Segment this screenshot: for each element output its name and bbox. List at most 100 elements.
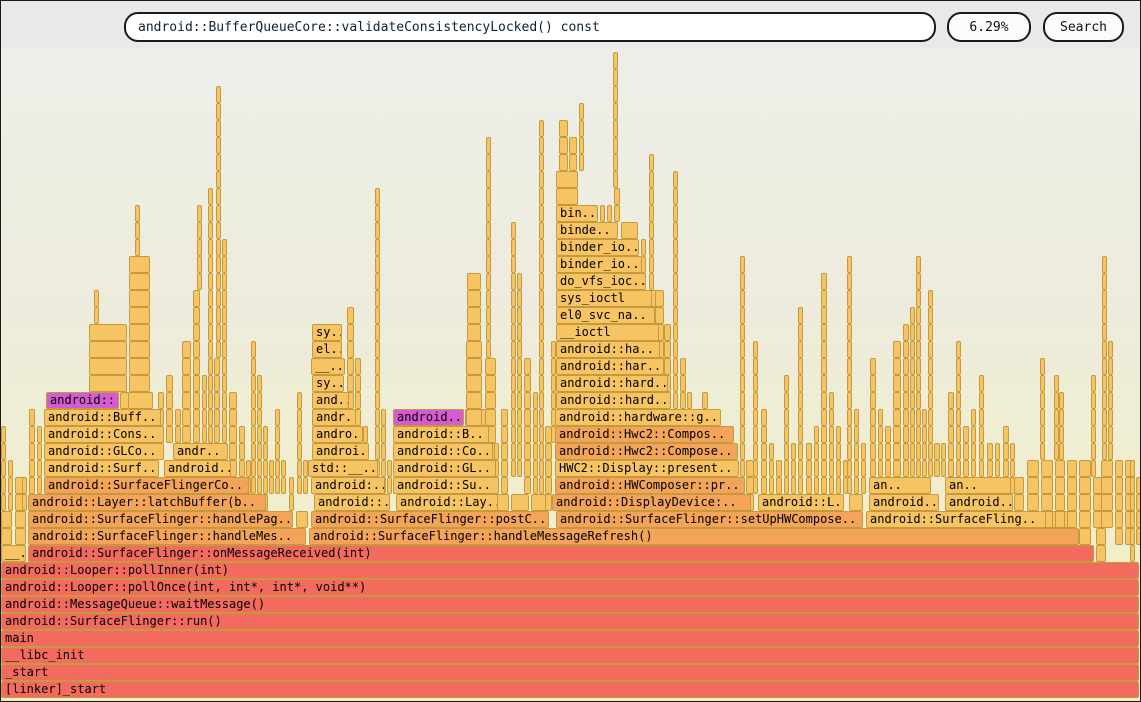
flame-frame-minor[interactable] [1003, 460, 1009, 477]
flame-frame-minor[interactable] [1067, 511, 1077, 528]
flame-frame-minor[interactable] [229, 409, 237, 426]
flame-frame-minor[interactable] [517, 324, 522, 341]
flame-frame-minor[interactable] [1096, 545, 1106, 562]
flame-frame-minor[interactable] [182, 392, 191, 409]
flame-frame-minor[interactable] [511, 409, 516, 426]
flame-frame-minor[interactable] [910, 324, 915, 341]
flame-frame-minor[interactable] [956, 358, 961, 375]
flame-frame-minor[interactable] [533, 392, 538, 409]
flame-frame-minor[interactable] [963, 460, 969, 477]
flame-frame-minor[interactable] [607, 205, 612, 222]
search-button[interactable]: Search [1043, 12, 1124, 42]
flame-frame-minor[interactable] [202, 426, 207, 443]
flame-frame-minor[interactable] [208, 256, 213, 273]
flame-frame-minor[interactable] [1115, 511, 1123, 528]
flame-frame-minor[interactable] [158, 392, 164, 409]
flame-frame-minor[interactable] [893, 460, 901, 477]
flame-frame-minor[interactable] [798, 358, 803, 375]
flame-frame-minor[interactable] [375, 273, 380, 290]
flame-frame-minor[interactable] [375, 256, 380, 273]
flame-frame-minor[interactable] [740, 341, 745, 358]
flame-frame-minor[interactable] [798, 426, 803, 443]
flame-frame-minor[interactable] [222, 239, 227, 256]
flame-frame-minor[interactable] [971, 409, 976, 426]
flame-frame-minor[interactable] [1, 477, 6, 494]
flame-frame-minor[interactable] [182, 409, 191, 426]
flame-frame-minor[interactable] [1102, 375, 1107, 392]
flame-frame-minor[interactable] [740, 307, 745, 324]
flame-frame-minor[interactable] [129, 324, 150, 341]
flame-frame-minor[interactable] [37, 426, 42, 443]
flame-frame-minor[interactable] [649, 239, 654, 256]
flame-frame-minor[interactable] [1102, 409, 1107, 426]
flame-frame-minor[interactable] [1091, 392, 1096, 409]
flame-frame-minor[interactable] [579, 137, 584, 154]
flame-frame-minor[interactable] [501, 443, 508, 460]
flame-frame-minor[interactable] [517, 290, 522, 307]
flame-frame-minor[interactable] [1041, 460, 1053, 477]
flame-frame-minor[interactable] [963, 443, 969, 460]
flame-frame-minor[interactable] [569, 137, 577, 154]
flame-frame-minor[interactable] [197, 256, 202, 273]
flame-frame-minor[interactable] [216, 324, 221, 341]
flame-frame-minor[interactable] [375, 239, 380, 256]
flame-frame-minor[interactable] [37, 460, 42, 477]
flame-frame[interactable]: binder_io.. [556, 239, 639, 256]
flame-frame-minor[interactable] [216, 154, 221, 171]
flame-frame-minor[interactable] [934, 443, 940, 460]
flame-frame-minor[interactable] [613, 120, 618, 137]
flame-frame-minor[interactable] [1055, 511, 1065, 528]
flame-frame-minor[interactable] [680, 392, 686, 409]
flame-frame-minor[interactable] [517, 460, 522, 477]
flame-frame-minor[interactable] [208, 392, 213, 409]
flame-frame-minor[interactable] [753, 460, 758, 477]
flame-frame[interactable]: android::Su.. [393, 477, 499, 494]
flame-frame-minor[interactable] [216, 86, 221, 103]
flame-frame-minor[interactable] [347, 341, 354, 358]
flame-frame-minor[interactable] [375, 409, 380, 426]
flame-frame-minor[interactable] [870, 460, 876, 477]
flame-frame-minor[interactable] [995, 443, 1000, 460]
flame-frame-minor[interactable] [347, 324, 354, 341]
flame-frame-minor[interactable] [956, 460, 961, 477]
flame-frame-minor[interactable] [208, 222, 213, 239]
flame-frame-minor[interactable] [559, 154, 568, 171]
flame-frame-minor[interactable] [197, 239, 202, 256]
flame-frame-minor[interactable] [870, 426, 876, 443]
flame-frame-minor[interactable] [922, 409, 927, 426]
flame-frame-minor[interactable] [202, 392, 207, 409]
flame-frame[interactable]: android::MessageQueue::waitMessage() [1, 596, 1139, 613]
flame-frame-minor[interactable] [987, 460, 993, 477]
flame-frame-minor[interactable] [769, 477, 774, 494]
flame-frame-minor[interactable] [753, 358, 758, 375]
flame-frame-minor[interactable] [539, 460, 544, 477]
flame-frame-minor[interactable] [381, 426, 386, 443]
flame-frame[interactable]: android::Hwc2::Compose.. [555, 443, 738, 460]
flame-frame-minor[interactable] [533, 426, 538, 443]
flame-frame[interactable]: el.. [312, 341, 342, 358]
flame-frame-minor[interactable] [784, 460, 789, 477]
flame-frame-minor[interactable] [798, 375, 803, 392]
flame-frame-minor[interactable] [821, 358, 827, 375]
flame-frame-minor[interactable] [229, 443, 237, 460]
flame-frame-minor[interactable] [387, 460, 392, 477]
flame-frame[interactable]: sy.. [312, 324, 342, 341]
flame-frame[interactable]: android::GLCo.. [44, 443, 164, 460]
flame-frame-minor[interactable] [216, 188, 221, 205]
flame-frame[interactable]: android.. [393, 409, 464, 426]
flame-frame-minor[interactable] [375, 188, 380, 205]
flame-frame-minor[interactable] [761, 426, 767, 443]
flame-frame-minor[interactable] [303, 477, 308, 494]
flame-frame-minor[interactable] [1102, 273, 1107, 290]
flame-frame-minor[interactable] [202, 375, 207, 392]
flame-frame-minor[interactable] [1115, 477, 1123, 494]
flame-frame-minor[interactable] [910, 358, 915, 375]
flame-frame[interactable]: android::Cons.. [44, 426, 164, 443]
flame-frame-minor[interactable] [129, 256, 150, 273]
flame-frame-minor[interactable] [761, 460, 767, 477]
flame-frame-minor[interactable] [740, 324, 745, 341]
flame-frame-minor[interactable] [1108, 392, 1113, 409]
flame-frame[interactable]: android.. [869, 494, 939, 511]
flame-frame-minor[interactable] [916, 256, 921, 273]
flame-frame-minor[interactable] [798, 392, 803, 409]
